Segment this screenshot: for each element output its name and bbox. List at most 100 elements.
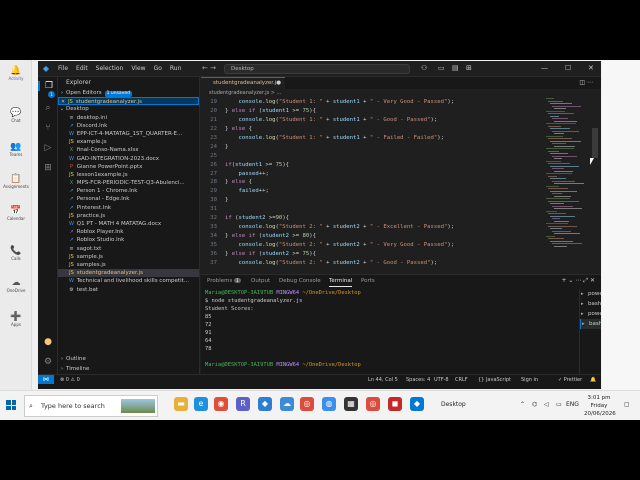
office-icon[interactable]: ◉ xyxy=(214,397,228,411)
timeline-section[interactable]: › Timeline xyxy=(58,365,199,373)
code-line[interactable]: 22} else { xyxy=(201,125,551,134)
app-cloud-icon[interactable]: ☁ xyxy=(280,397,294,411)
teams-rail-onedrive[interactable]: ☁ OneDrive xyxy=(0,272,32,298)
volume-icon[interactable]: ◁ xyxy=(544,401,549,408)
taskbar-desktop-label[interactable]: Desktop xyxy=(441,401,466,408)
network-icon[interactable]: ⌬ xyxy=(532,401,537,408)
open-editor-item[interactable]: ✕ JS studentgradeanalyzer.js xyxy=(58,97,199,106)
open-editors-section[interactable]: › Open Editors 1 unsaved xyxy=(58,89,199,97)
terminal-instance-bash[interactable]: ▸ bash xyxy=(580,299,601,309)
file-item[interactable]: W Technical and livelihood skills compet… xyxy=(58,277,199,285)
app-globe-icon[interactable]: ◍ xyxy=(322,397,336,411)
menu-edit[interactable]: Edit xyxy=(72,65,92,72)
app-grid-icon[interactable]: ▦ xyxy=(344,397,358,411)
editor-scrollbar[interactable] xyxy=(591,98,599,277)
tab-debug-console[interactable]: Debug Console xyxy=(279,275,321,287)
source-control-icon[interactable]: ⑂ xyxy=(38,123,58,133)
file-item[interactable]: ≡ sagot.txt xyxy=(58,245,199,253)
file-item[interactable]: ↗ Person 1 - Chrome.lnk xyxy=(58,187,199,195)
code-line[interactable]: 26 if(student1 >= 75){ xyxy=(201,161,551,170)
tab-studentgradeanalyzer[interactable]: studentgradeanalyzer.js ● xyxy=(201,77,285,89)
file-item[interactable]: ↗ Roblox Studio.lnk xyxy=(58,236,199,244)
file-item[interactable]: ⚙ test.bat xyxy=(58,286,199,294)
file-item[interactable]: W EPP-ICT-4-MATATAG_1ST_QUARTER-E... xyxy=(58,130,199,138)
file-item[interactable]: W Q1 PT - MATH 4 MATATAG.docx xyxy=(58,220,199,228)
notification-icon[interactable]: ▢ xyxy=(624,401,630,408)
chrome-icon[interactable]: ◎ xyxy=(300,397,314,411)
file-item[interactable]: ↗ Discord.lnk xyxy=(58,122,199,130)
terminal-instance-powershell[interactable]: ▸ powershell xyxy=(580,309,601,319)
file-item[interactable]: JS lesson1example.js xyxy=(58,171,199,179)
file-item[interactable]: X MPS-FCR-PERIODIC-TEST-Q3-Abulenci... xyxy=(58,179,199,187)
menu-run[interactable]: Run xyxy=(166,65,186,72)
edge-icon[interactable]: e xyxy=(194,397,208,411)
file-item[interactable]: P Gianne PowerPoint.pptx xyxy=(58,163,199,171)
split-editor-icon[interactable]: ◫ ⋯ xyxy=(579,79,593,86)
app-r-icon[interactable]: R xyxy=(236,397,250,411)
copilot-icon[interactable]: ⚇ xyxy=(421,64,427,72)
tab-output[interactable]: Output xyxy=(251,275,270,287)
settings-gear-icon[interactable]: ⚙ xyxy=(38,357,58,367)
unsaved-dot-icon[interactable]: ● xyxy=(276,78,281,89)
menu-selection[interactable]: Selection xyxy=(92,65,128,72)
layout-icon[interactable]: ▭ xyxy=(438,64,445,72)
breadcrumb[interactable]: studentgradeanalyzer.js > ... xyxy=(201,89,601,98)
panel-toggle-icon[interactable]: ▤ xyxy=(452,64,459,72)
app-blue-icon[interactable]: ◆ xyxy=(258,397,272,411)
file-item[interactable]: ↗ Roblox Player.lnk xyxy=(58,228,199,236)
code-editor[interactable]: 19 console.log("Student 1: " + student1 … xyxy=(201,98,551,277)
outline-section[interactable]: › Outline xyxy=(58,355,199,363)
search-icon[interactable]: ⌕ xyxy=(38,103,58,113)
teams-rail-chat[interactable]: 💬 Chat xyxy=(0,102,32,128)
menu-go[interactable]: Go xyxy=(150,65,166,72)
file-item[interactable]: ↗ Personal - Edge.lnk xyxy=(58,195,199,203)
code-line[interactable]: 21 console.log("Student 1: " + student1 … xyxy=(201,116,551,125)
file-item[interactable]: JS studentgradeanalyzer.js xyxy=(58,269,199,278)
clock[interactable]: 3:01 pm Friday 20/06/2026 xyxy=(584,394,616,418)
file-item[interactable]: ↗ Pinterest.lnk xyxy=(58,204,199,212)
close-button[interactable]: ✕ xyxy=(588,64,594,72)
run-debug-icon[interactable]: ▷ xyxy=(38,143,58,153)
windows-start-icon[interactable] xyxy=(6,400,16,410)
teams-rail-assignments[interactable]: 📋 Assignments xyxy=(0,168,32,194)
code-line[interactable]: 36} else if (student2 >= 75){ xyxy=(201,250,551,259)
tab-terminal[interactable]: Terminal xyxy=(329,275,353,287)
code-line[interactable]: 37 console.log("Student 2: " + student2 … xyxy=(201,259,551,268)
terminal-instance-powershell[interactable]: ▸ powershell xyxy=(580,289,601,299)
code-line[interactable]: 34} else if (student2 >= 80){ xyxy=(201,232,551,241)
file-item[interactable]: JS practice.js xyxy=(58,212,199,220)
code-line[interactable]: 33 console.log("Student 2: " + student2 … xyxy=(201,223,551,232)
menu-file[interactable]: File xyxy=(54,65,72,72)
nav-arrows-icon[interactable]: ← → xyxy=(202,64,216,72)
file-item[interactable]: JS example.js xyxy=(58,138,199,146)
explorer-icon[interactable]: ❐ xyxy=(38,81,58,91)
panel-actions-icon[interactable]: + ⌄ ⋯ ⤢ ✕ xyxy=(561,277,595,285)
code-line[interactable]: 19 console.log("Student 1: " + student1 … xyxy=(201,98,551,107)
file-item[interactable]: W GAD-INTEGRATION-2023.docx xyxy=(58,155,199,163)
file-item[interactable]: JS sample.js xyxy=(58,253,199,261)
teams-rail-activity[interactable]: 🔔 Activity xyxy=(0,60,32,86)
desktop-folder[interactable]: ⌄ Desktop xyxy=(58,105,199,113)
code-line[interactable]: 24} xyxy=(201,143,551,152)
code-line[interactable]: 30} xyxy=(201,196,551,205)
terminal-instance-bash[interactable]: ▸ bash xyxy=(580,319,601,329)
teams-rail-calendar[interactable]: 📅 Calendar xyxy=(0,200,32,226)
teams-rail-calls[interactable]: 📞 Calls xyxy=(0,240,32,266)
account-avatar[interactable]: ● xyxy=(38,337,58,347)
code-line[interactable]: 29 failed++; xyxy=(201,187,551,196)
terminal-output[interactable]: Maria@DESKTOP-3AI9TUB MINGW64 ~/OneDrive… xyxy=(205,289,535,375)
command-center[interactable]: Desktop xyxy=(224,64,410,74)
taskbar-search-input[interactable]: ⌕ Type here to search xyxy=(24,395,158,417)
vscode-taskbar-icon[interactable]: ◆ xyxy=(410,397,424,411)
app-red-icon[interactable]: ◼ xyxy=(388,397,402,411)
code-line[interactable]: 35 console.log("Student 2: " + student2 … xyxy=(201,241,551,250)
code-line[interactable]: 25 xyxy=(201,152,551,161)
close-icon[interactable]: ✕ xyxy=(59,98,67,104)
minimap[interactable] xyxy=(546,98,588,277)
tray-arrow-icon[interactable]: ⌃ xyxy=(520,401,525,408)
battery-icon[interactable]: ▭ xyxy=(556,401,562,408)
layout-customize-icon[interactable]: ⊞ xyxy=(466,64,472,72)
file-item[interactable]: ≡ desktop.ini xyxy=(58,114,199,122)
language-indicator[interactable]: ENG xyxy=(566,401,579,408)
extensions-icon[interactable]: ⊞ xyxy=(38,163,58,173)
